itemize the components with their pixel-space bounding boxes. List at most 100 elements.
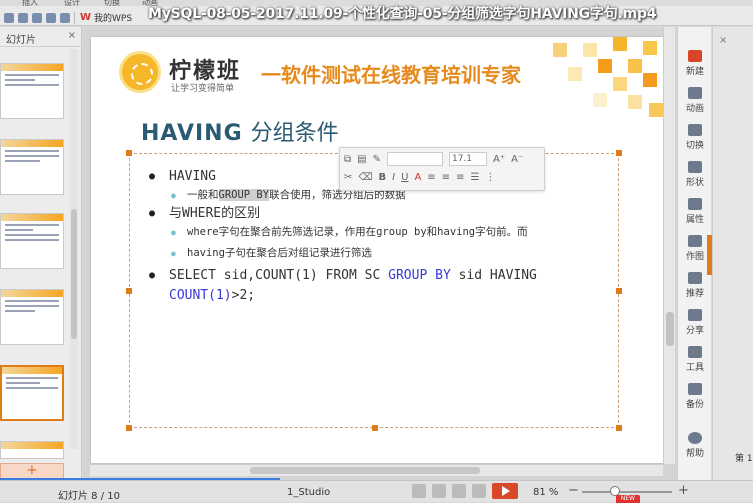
my-wps-label: 我的WPS	[94, 14, 133, 24]
properties-button[interactable]: 属性	[678, 195, 712, 231]
sub-bullet-where: where字句在聚合前先筛选记录，作用在group by和having字句前。而	[149, 224, 619, 241]
share-button[interactable]: 分享	[678, 306, 712, 342]
shape-button[interactable]: 形状	[678, 158, 712, 194]
bullet-sql-example: SELECT sid,COUNT(1) FROM SC GROUP BY sid…	[149, 266, 619, 306]
align-left-icon[interactable]: ≡	[427, 172, 435, 183]
paste-icon[interactable]: ▤	[357, 154, 366, 165]
preview-icon[interactable]	[32, 13, 42, 23]
resize-handle[interactable]	[372, 425, 378, 431]
quick-access-toolbar	[4, 11, 75, 25]
slideshow-play-button[interactable]	[492, 483, 518, 499]
close-icon[interactable]: ×	[68, 30, 76, 41]
clear-icon[interactable]: ⌫	[358, 172, 372, 183]
menu-insert[interactable]: 插入	[22, 0, 38, 8]
scrollbar-thumb[interactable]	[666, 312, 674, 346]
format-painter-icon[interactable]: ✎	[373, 154, 381, 165]
sorter-view-icon[interactable]	[432, 484, 446, 498]
font-select[interactable]	[386, 152, 443, 166]
slogan: 一软件测试在线教育培训专家	[261, 63, 521, 87]
label: 分享	[685, 326, 704, 336]
slide-thumbnail[interactable]	[0, 213, 64, 269]
my-wps-tab[interactable]: W 我的WPS	[80, 10, 132, 25]
wps-logo-icon: W	[80, 12, 92, 23]
scrollbar-thumb[interactable]	[250, 467, 480, 474]
label: 作图	[685, 252, 704, 262]
menu-transition[interactable]: 切换	[104, 0, 120, 8]
zoom-slider[interactable]	[582, 486, 672, 496]
backup-icon	[688, 383, 702, 395]
add-slide-button[interactable]: +	[0, 463, 64, 479]
theme-name: 1_Studio	[287, 487, 331, 498]
font-size-select[interactable]: 17.1	[448, 152, 487, 166]
slide-thumbnail-selected[interactable]	[0, 365, 64, 421]
highlighted-text: GROUP BY	[218, 189, 270, 201]
resize-handle[interactable]	[616, 425, 622, 431]
resize-handle[interactable]	[126, 150, 132, 156]
cut-icon[interactable]: ✂	[344, 172, 352, 183]
label: 推荐	[685, 289, 704, 299]
undo-icon[interactable]	[46, 13, 56, 23]
code-keyword: GROUP BY	[388, 268, 451, 283]
decorative-mosaic	[533, 37, 663, 129]
normal-view-icon[interactable]	[412, 484, 426, 498]
resize-handle[interactable]	[616, 150, 622, 156]
resize-handle[interactable]	[126, 425, 132, 431]
vertical-scrollbar[interactable]	[663, 27, 675, 464]
bullet-where-difference: 与WHERE的区别	[149, 204, 619, 224]
align-right-icon[interactable]: ≡	[456, 172, 464, 183]
slide-title: HAVING 分组条件	[141, 115, 339, 147]
label: 新建	[685, 67, 704, 77]
slides-scrollbar[interactable]	[70, 49, 78, 449]
shape-icon	[688, 161, 702, 173]
slides-panel-header: 幻灯片 ×	[0, 27, 81, 47]
resize-handle[interactable]	[126, 288, 132, 294]
bullets-icon[interactable]: ☰	[470, 172, 479, 183]
bold-icon[interactable]: B	[379, 172, 387, 183]
animation-button[interactable]: 动画	[678, 84, 712, 120]
transition-button[interactable]: 切换	[678, 121, 712, 157]
secondary-pane: × 第 1	[712, 27, 753, 480]
italic-icon[interactable]: I	[392, 172, 395, 183]
tools-button[interactable]: 工具	[678, 343, 712, 379]
close-icon[interactable]: ×	[719, 35, 727, 46]
copy-icon[interactable]: ⧉	[344, 154, 351, 165]
numbering-icon[interactable]: ⋮	[485, 172, 495, 183]
slide-thumbnail[interactable]	[0, 289, 64, 345]
slide-thumbnail[interactable]	[0, 441, 64, 459]
horizontal-scrollbar[interactable]	[90, 464, 663, 476]
new-button[interactable]: 新建	[678, 47, 712, 83]
zoom-in-button[interactable]: +	[678, 483, 689, 498]
slide[interactable]: 柠檬班 让学习变得简单 一软件测试在线教育培训专家 HAVING 分组条件 ● …	[91, 37, 663, 463]
notes-view-icon[interactable]	[472, 484, 486, 498]
align-center-icon[interactable]: ≡	[442, 172, 450, 183]
slide-title-rest: 分组条件	[250, 121, 339, 146]
reading-view-icon[interactable]	[452, 484, 466, 498]
video-title-overlay: MySQL-08-05-2017.11.09-个性化查询-05-分组筛选字句HA…	[148, 6, 657, 22]
view-switcher	[412, 484, 486, 498]
zoom-out-button[interactable]: −	[568, 483, 579, 498]
label: 属性	[685, 215, 704, 225]
save-icon[interactable]	[4, 13, 14, 23]
brand-tagline: 让学习变得简单	[171, 84, 235, 94]
underline-icon[interactable]: U	[401, 172, 408, 183]
slide-title-keyword: HAVING	[141, 121, 243, 146]
zoom-level: 81 %	[533, 487, 559, 498]
font-color-icon[interactable]: A	[414, 172, 421, 183]
animation-icon	[688, 87, 702, 99]
lemon-logo-icon	[119, 51, 161, 93]
print-icon[interactable]	[18, 13, 28, 23]
label: 形状	[685, 178, 704, 188]
backup-button[interactable]: 备份	[678, 380, 712, 416]
grow-font-icon[interactable]: A⁺	[493, 154, 505, 165]
top-toolbar: 插入 设计 切换 动画 W 我的WPS MySQL-08-05-2017.11.…	[0, 0, 753, 26]
slide-thumbnail[interactable]	[0, 63, 64, 119]
help-icon	[688, 432, 702, 444]
shrink-font-icon[interactable]: A⁻	[511, 154, 523, 165]
scrollbar-thumb[interactable]	[71, 209, 77, 339]
redo-icon[interactable]	[60, 13, 70, 23]
menu-design[interactable]: 设计	[64, 0, 80, 8]
toolbar-divider	[74, 12, 75, 24]
help-button[interactable]: 帮助	[678, 429, 712, 465]
text: 一般和	[187, 189, 219, 201]
slide-thumbnail[interactable]	[0, 139, 64, 195]
